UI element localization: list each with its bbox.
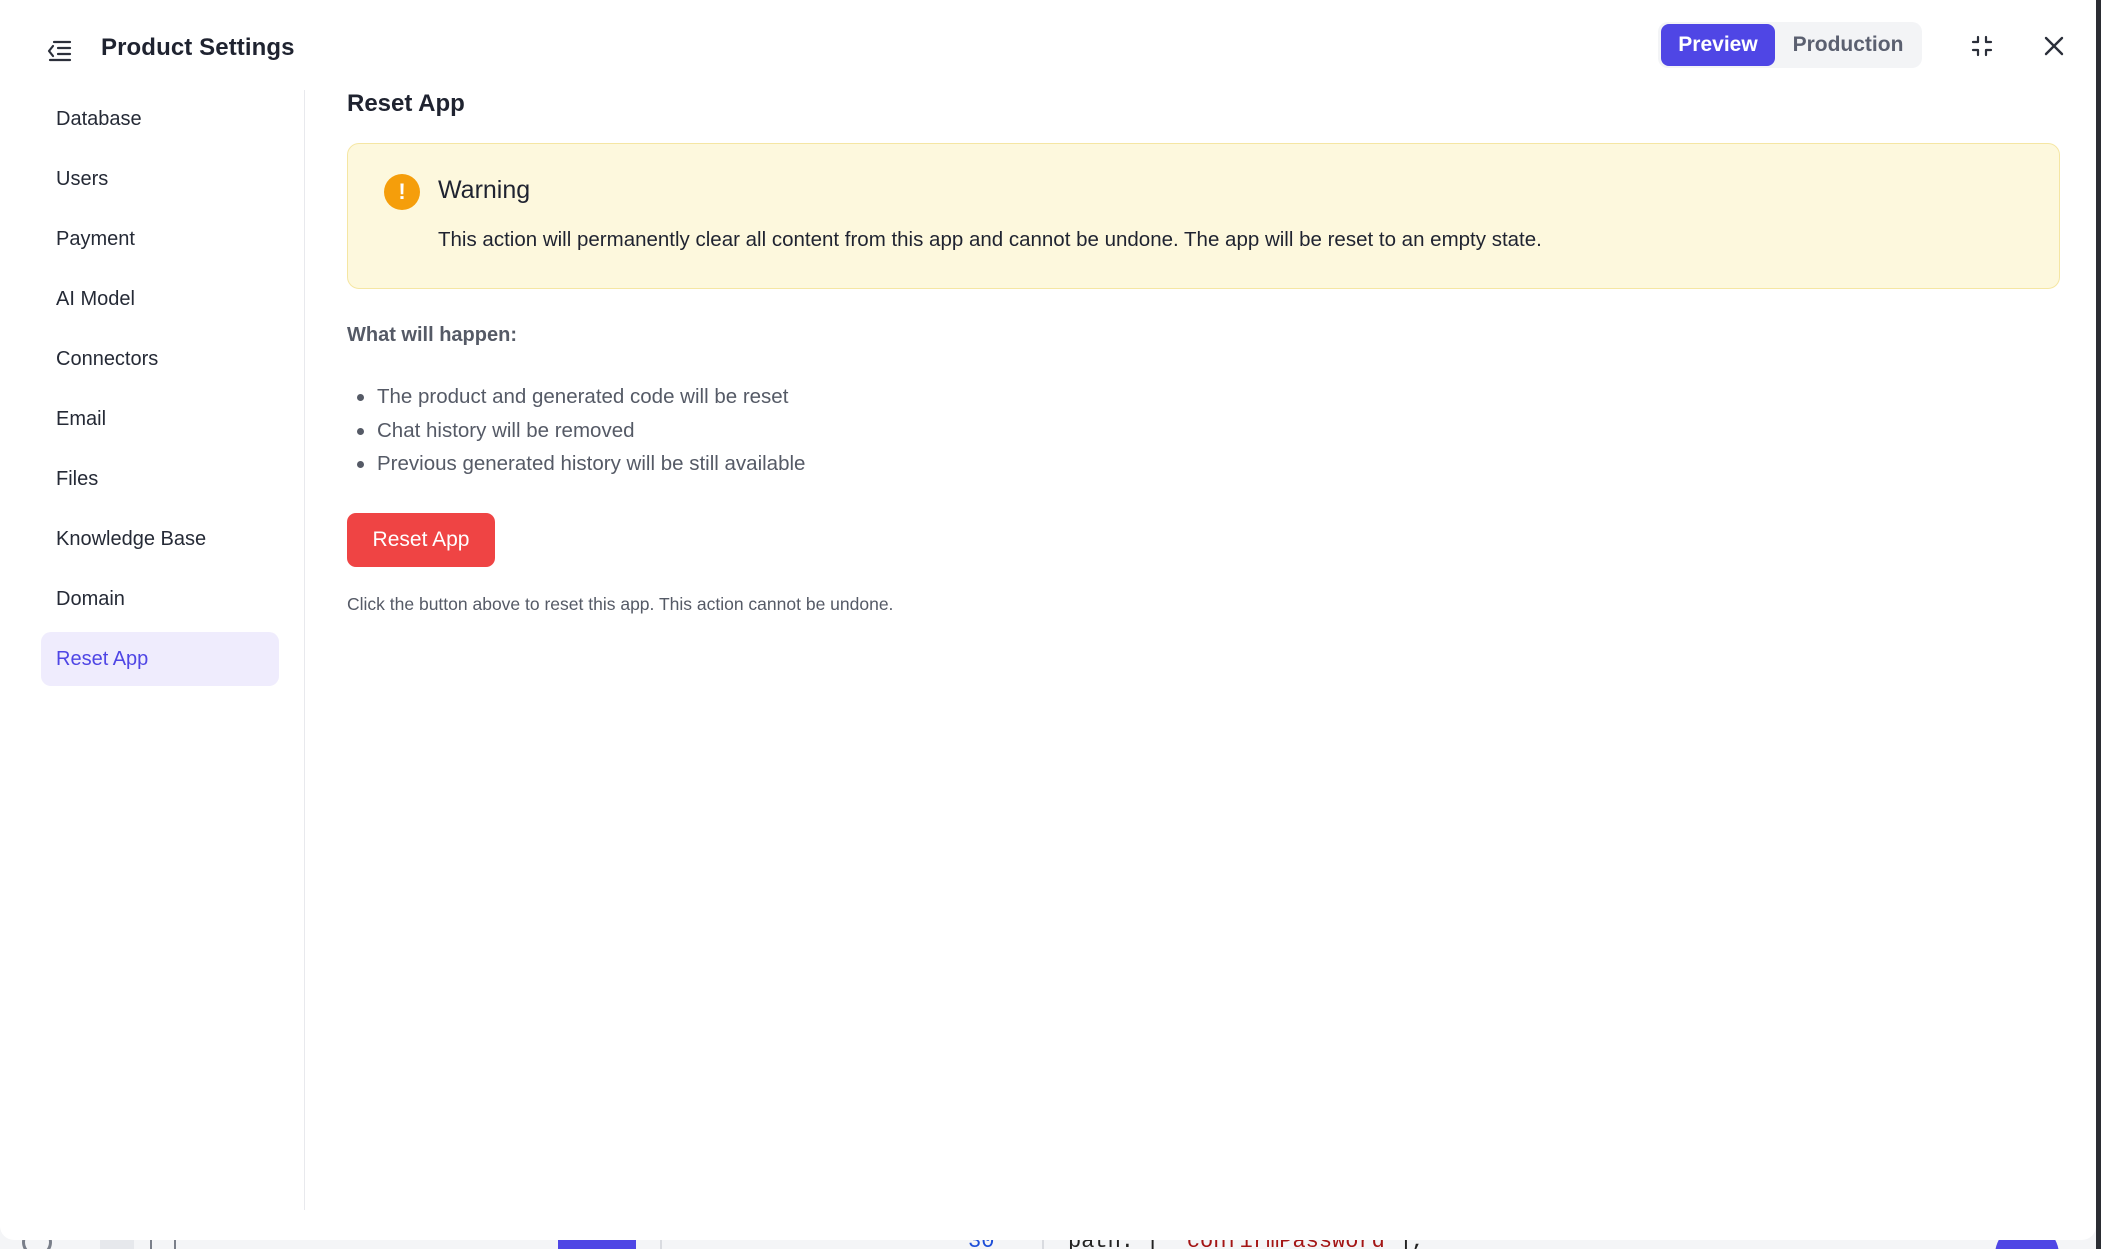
menu-collapse-icon[interactable] <box>44 38 72 64</box>
list-item: Chat history will be removed <box>347 414 805 448</box>
settings-sidebar: Database Users Payment AI Model Connecto… <box>0 90 305 1210</box>
list-item-text: Chat history will be removed <box>377 418 635 442</box>
sidebar-item-payment[interactable]: Payment <box>41 212 279 266</box>
section-title: Reset App <box>347 90 465 117</box>
collapse-icon[interactable] <box>1964 28 2000 64</box>
settings-modal: Product Settings Preview Production Data… <box>0 0 2096 1240</box>
sidebar-item-users[interactable]: Users <box>41 152 279 206</box>
production-tab[interactable]: Production <box>1782 24 1914 66</box>
warning-title: Warning <box>438 176 531 204</box>
reset-footnote: Click the button above to reset this app… <box>347 594 894 614</box>
consequences-list: The product and generated code will be r… <box>347 380 805 481</box>
consequences-heading: What will happen: <box>347 324 517 346</box>
sidebar-item-connectors[interactable]: Connectors <box>41 332 279 386</box>
list-item: Previous generated history will be still… <box>347 447 805 481</box>
sidebar-item-email[interactable]: Email <box>41 392 279 446</box>
sidebar-item-files[interactable]: Files <box>41 452 279 506</box>
environment-toggle: Preview Production <box>1658 22 1922 68</box>
sidebar-item-database[interactable]: Database <box>41 92 279 146</box>
reset-app-button[interactable]: Reset App <box>347 513 495 567</box>
page-title: Product Settings <box>101 34 295 61</box>
exclamation-icon: ! <box>384 174 420 210</box>
sidebar-item-knowledge-base[interactable]: Knowledge Base <box>41 512 279 566</box>
list-item-text: Previous generated history will be still… <box>377 452 806 475</box>
bullet-icon <box>357 461 364 468</box>
preview-tab[interactable]: Preview <box>1661 24 1775 66</box>
sidebar-item-reset-app[interactable]: Reset App <box>41 632 279 686</box>
modal-header: Product Settings Preview Production <box>0 0 2096 90</box>
sidebar-item-domain[interactable]: Domain <box>41 572 279 626</box>
warning-text: This action will permanently clear all c… <box>438 228 1542 251</box>
close-icon[interactable] <box>2036 28 2072 64</box>
warning-callout: ! Warning This action will permanently c… <box>347 143 2060 289</box>
list-item-text: The product and generated code will be r… <box>377 385 789 408</box>
modal-edge <box>2096 0 2101 1249</box>
bullet-icon <box>357 427 364 435</box>
sidebar-item-ai-model[interactable]: AI Model <box>41 272 279 326</box>
list-item: The product and generated code will be r… <box>347 380 805 414</box>
bullet-icon <box>357 394 364 401</box>
main-content: Reset App ! Warning This action will per… <box>306 90 2096 1210</box>
